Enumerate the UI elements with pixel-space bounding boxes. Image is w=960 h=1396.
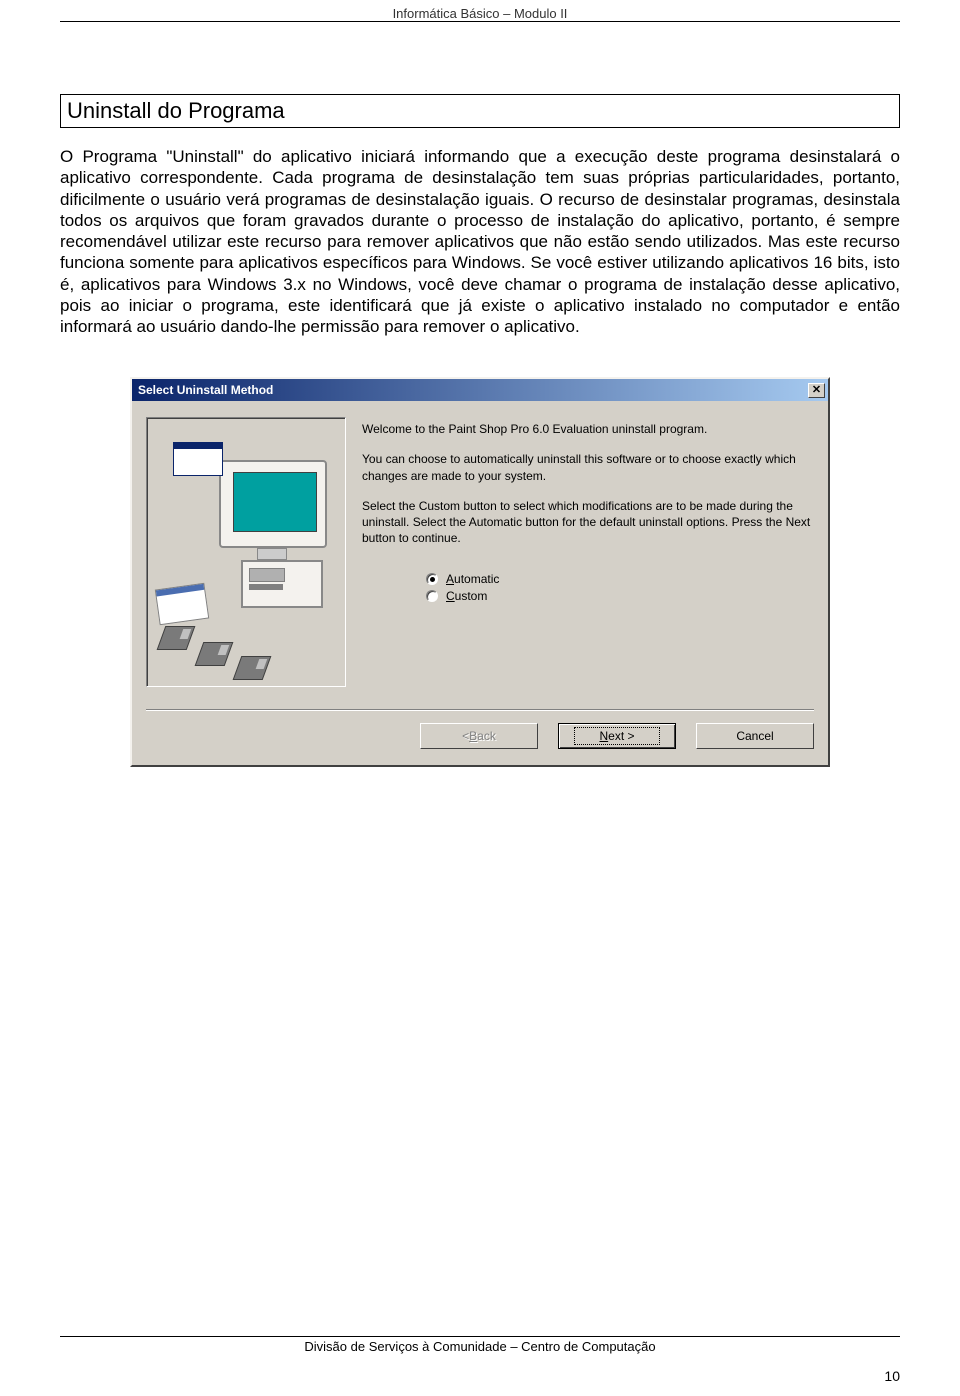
radio-icon bbox=[426, 590, 438, 602]
page-footer: Divisão de Serviços à Comunidade – Centr… bbox=[60, 1336, 900, 1354]
radio-custom[interactable]: Custom bbox=[426, 589, 814, 603]
dialog-illustration bbox=[146, 417, 346, 687]
back-button: < Back bbox=[420, 723, 538, 749]
page-header: Informática Básico – Modulo II bbox=[60, 6, 900, 22]
section-title: Uninstall do Programa bbox=[60, 94, 900, 128]
dialog-button-row: < Back Next > Cancel bbox=[132, 711, 828, 765]
monitor-icon bbox=[219, 460, 327, 548]
floppy-icon bbox=[157, 626, 196, 650]
floppy-icon bbox=[195, 642, 234, 666]
radio-automatic[interactable]: Automatic bbox=[426, 572, 814, 586]
radio-group: Automatic Custom bbox=[426, 572, 814, 603]
uninstall-dialog: Select Uninstall Method ✕ Welcome to the… bbox=[130, 377, 830, 767]
dialog-para-2: You can choose to automatically uninstal… bbox=[362, 451, 814, 483]
page-number: 10 bbox=[60, 1368, 900, 1384]
radio-label-automatic: Automatic bbox=[446, 572, 499, 586]
close-icon[interactable]: ✕ bbox=[808, 383, 825, 398]
dialog-text-panel: Welcome to the Paint Shop Pro 6.0 Evalua… bbox=[362, 417, 814, 687]
dialog-para-3: Select the Custom button to select which… bbox=[362, 498, 814, 547]
computer-icon bbox=[241, 560, 323, 608]
radio-icon bbox=[426, 573, 438, 585]
cancel-button[interactable]: Cancel bbox=[696, 723, 814, 749]
floppy-icon bbox=[233, 656, 272, 680]
notepad-icon bbox=[155, 583, 210, 626]
window-icon bbox=[173, 442, 223, 476]
radio-label-custom: Custom bbox=[446, 589, 487, 603]
next-button[interactable]: Next > bbox=[558, 723, 676, 749]
dialog-title: Select Uninstall Method bbox=[138, 383, 273, 397]
body-paragraph: O Programa "Uninstall" do aplicativo ini… bbox=[60, 146, 900, 337]
dialog-title-bar: Select Uninstall Method ✕ bbox=[132, 379, 828, 401]
dialog-para-1: Welcome to the Paint Shop Pro 6.0 Evalua… bbox=[362, 421, 814, 437]
